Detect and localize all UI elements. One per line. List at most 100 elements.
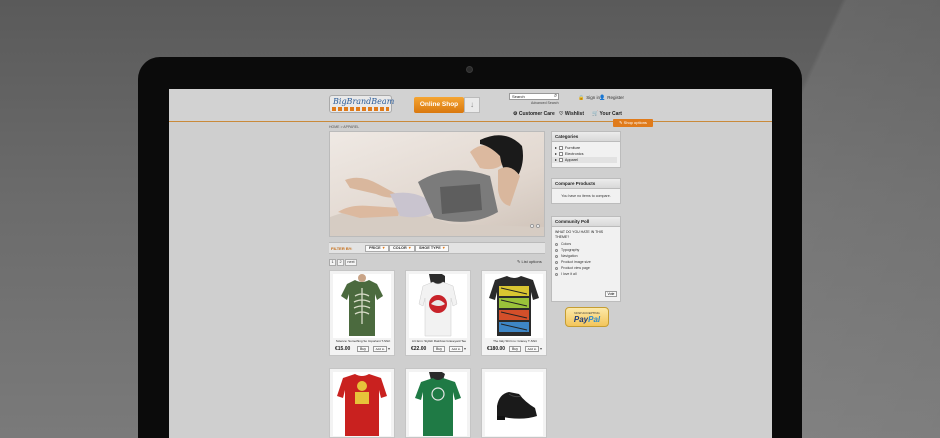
- wrench-icon: ✎: [517, 259, 521, 264]
- slider-dots[interactable]: [528, 215, 540, 233]
- paypal-logo: PayPal: [566, 315, 608, 324]
- hero-model-image: [330, 135, 544, 236]
- filter-chip-price[interactable]: PRICE ▾: [365, 245, 389, 252]
- site-logo[interactable]: BigBrandBeam: [329, 95, 394, 113]
- search-icon[interactable]: ⌕: [554, 93, 557, 100]
- filter-chip-color[interactable]: COLOR ▾: [389, 245, 415, 252]
- wishlist-link[interactable]: ♡ Wishlist: [559, 111, 584, 117]
- search-input[interactable]: Search: [509, 93, 559, 100]
- shop-options-button[interactable]: ✎ Shop options: [613, 119, 653, 127]
- product-card[interactable]: [329, 368, 395, 438]
- product-image[interactable]: [485, 372, 543, 436]
- checkbox-icon[interactable]: [558, 146, 563, 150]
- logo-stripe: [332, 107, 389, 111]
- page-1-button[interactable]: 1: [329, 259, 336, 266]
- customer-care-link[interactable]: ⚙ Customer Care: [513, 111, 555, 117]
- compare-empty-text: You have no items to compare.: [561, 194, 611, 198]
- category-label: Electronics: [564, 152, 584, 156]
- slider-dot[interactable]: [536, 224, 540, 228]
- radio-icon[interactable]: [555, 260, 558, 264]
- checkbox-icon[interactable]: [558, 152, 563, 156]
- product-name[interactable]: The Italy Shirt no: Graney T-Shirt: [484, 339, 546, 343]
- page-2-button[interactable]: 2: [337, 259, 344, 266]
- chevron-down-icon[interactable]: ▾: [464, 346, 466, 351]
- product-image[interactable]: [409, 372, 467, 436]
- checkbox-icon[interactable]: [558, 158, 563, 162]
- register-label: Register: [607, 95, 624, 100]
- list-options-button[interactable]: ✎ List options: [517, 259, 542, 264]
- cart-label: Your Cart: [599, 111, 622, 117]
- buy-button[interactable]: Buy: [509, 346, 521, 352]
- product-card[interactable]: [481, 368, 547, 438]
- chevron-down-icon: ▾: [382, 246, 385, 250]
- category-label: Furniture: [564, 146, 581, 150]
- radio-icon[interactable]: [555, 248, 558, 252]
- category-item-apparel[interactable]: ▸ Apparel: [552, 157, 617, 163]
- filter-bar: FILTER BY: PRICE ▾ COLOR ▾ SHOE TYPE ▾: [329, 242, 545, 254]
- add-to-button[interactable]: Add to: [525, 346, 539, 352]
- gear-icon: ⚙: [513, 111, 518, 117]
- product-price: €15.00: [335, 346, 351, 352]
- radio-icon[interactable]: [555, 272, 558, 276]
- next-page-button[interactable]: next: [345, 259, 357, 266]
- hero-banner[interactable]: [329, 131, 545, 237]
- filter-chip-label: PRICE: [369, 246, 381, 250]
- lock-icon: 🔒: [578, 95, 585, 101]
- product-card[interactable]: Art farm: Stylish Rainbow Graveyard Tee …: [405, 270, 471, 356]
- website-screen: BigBrandBeam Online Shop ↓ Search ⌕ Adva…: [169, 89, 772, 438]
- header-divider: [169, 121, 772, 122]
- poll-option-label: Typography: [561, 248, 580, 252]
- cart-link[interactable]: 🛒 Your Cart: [592, 111, 622, 117]
- monitor-frame: BigBrandBeam Online Shop ↓ Search ⌕ Adva…: [138, 57, 802, 438]
- product-price: €180.00: [487, 346, 506, 352]
- add-to-button[interactable]: Add to: [373, 346, 387, 352]
- radio-icon[interactable]: [555, 242, 558, 246]
- vote-button[interactable]: Vote: [605, 291, 617, 297]
- category-label: Apparel: [564, 158, 578, 162]
- chevron-right-icon: ▸: [555, 152, 557, 156]
- chevron-right-icon: ▸: [555, 158, 557, 162]
- chevron-down-icon[interactable]: ▾: [540, 346, 542, 351]
- user-icon: 👤: [599, 95, 606, 101]
- product-image[interactable]: [333, 372, 391, 436]
- categories-panel: Categories ▸ Furniture ▸ Electronics ▸ Appa…: [551, 131, 621, 168]
- poll-option-label: Navigation: [561, 254, 578, 258]
- chevron-down-icon: ▾: [408, 246, 411, 250]
- product-card[interactable]: The Italy Shirt no: Graney T-Shirt €180.…: [481, 270, 547, 356]
- product-image[interactable]: [333, 274, 391, 338]
- advanced-search-link[interactable]: Advanced Search: [531, 101, 559, 105]
- radio-icon[interactable]: [555, 266, 558, 270]
- wishlist-label: Wishlist: [564, 111, 584, 117]
- chevron-down-icon: ▾: [442, 246, 445, 250]
- filter-chip-shoe-type[interactable]: SHOE TYPE ▾: [415, 245, 449, 252]
- slider-dot[interactable]: [530, 224, 534, 228]
- radio-icon[interactable]: [555, 254, 558, 258]
- paypal-badge[interactable]: NOW ACCEPTING PayPal: [565, 307, 609, 327]
- arrow-down-icon[interactable]: ↓: [464, 97, 480, 113]
- product-image[interactable]: [409, 274, 467, 338]
- poll-question: WHAT DO YOU HATE IN THIS THEME?: [555, 230, 604, 239]
- register-link[interactable]: 👤 Register: [599, 95, 624, 101]
- poll-option[interactable]: I love it all: [552, 271, 620, 277]
- online-shop-button[interactable]: Online Shop: [414, 97, 464, 113]
- breadcrumb[interactable]: HOME > APPAREL: [329, 125, 359, 129]
- paypal-caption: NOW ACCEPTING: [574, 311, 600, 315]
- sign-in-link[interactable]: 🔒 Sign in: [578, 95, 600, 101]
- paypal-name-b: Pal: [588, 315, 601, 324]
- categories-title: Categories: [552, 132, 620, 142]
- cart-icon: 🛒: [592, 111, 599, 117]
- product-name[interactable]: Art farm: Stylish Rainbow Graveyard Tee: [408, 339, 470, 343]
- product-image[interactable]: [485, 274, 543, 338]
- chevron-down-icon[interactable]: ▾: [388, 346, 390, 351]
- product-name[interactable]: Science: Something So Important T-Shirt: [332, 339, 394, 343]
- product-card[interactable]: [405, 368, 471, 438]
- product-card[interactable]: Science: Something So Important T-Shirt …: [329, 270, 395, 356]
- add-to-button[interactable]: Add to: [449, 346, 463, 352]
- poll-panel: Community Poll WHAT DO YOU HATE IN THIS …: [551, 216, 621, 302]
- buy-button[interactable]: Buy: [357, 346, 369, 352]
- site-header: BigBrandBeam Online Shop ↓ Search ⌕ Adva…: [169, 89, 772, 122]
- poll-option-label: Colors: [561, 242, 572, 246]
- camera-icon: [466, 66, 473, 73]
- compare-panel: Compare Products You have no items to co…: [551, 178, 621, 204]
- buy-button[interactable]: Buy: [433, 346, 445, 352]
